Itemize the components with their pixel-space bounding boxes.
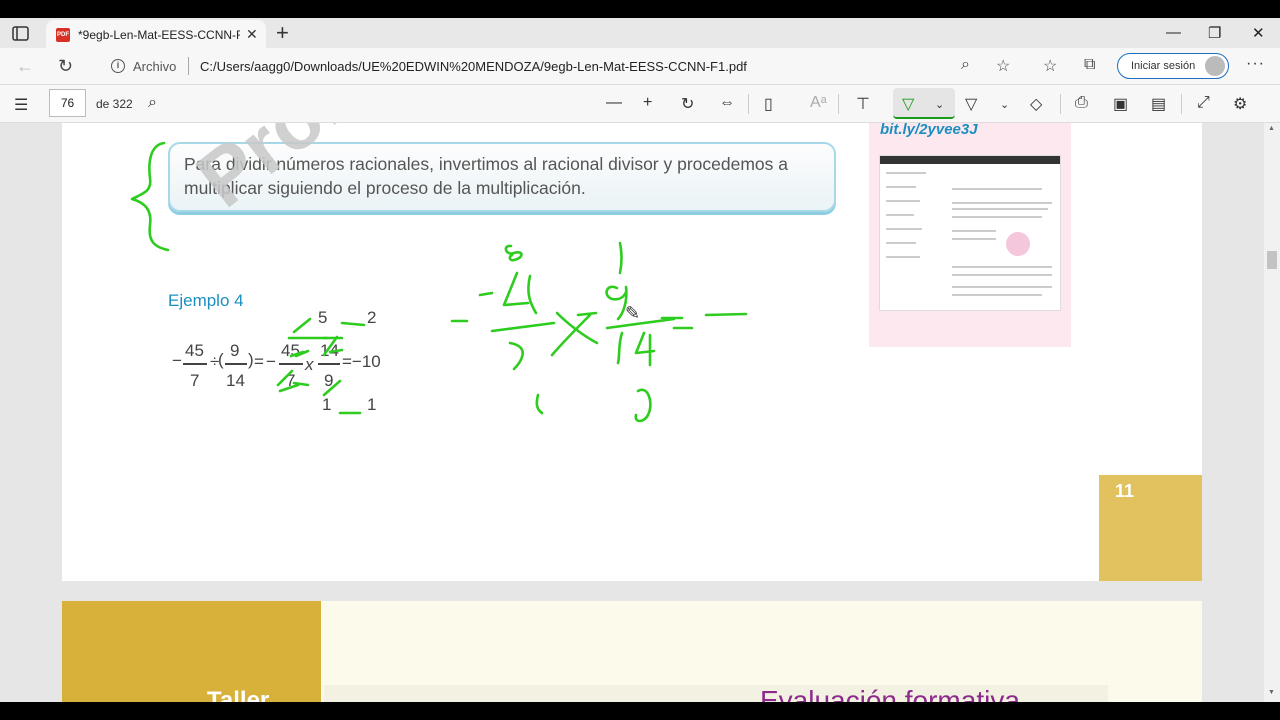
scroll-down-icon[interactable]: ▼ bbox=[1268, 689, 1275, 696]
settings-gear-icon[interactable]: ⚙ bbox=[1233, 94, 1247, 114]
fraction-bar bbox=[225, 363, 247, 365]
example-title: Ejemplo 4 bbox=[168, 291, 244, 310]
pdf-toolbar: ☰ 76 de 322 ⌕ — + ↻ ⇔ ▯ Aᵃ ⊤ ▽ ⌄ ▽ ⌄ ◇ ⎙… bbox=[0, 85, 1280, 123]
page-view-icon[interactable]: ▯ bbox=[764, 94, 773, 114]
toolbar-separator bbox=[1060, 94, 1061, 114]
math-minus: − bbox=[266, 352, 276, 371]
save-icon[interactable]: ▣ bbox=[1113, 94, 1128, 114]
fraction-bar bbox=[279, 363, 303, 365]
pdf-page: Para dividir números racionales, inverti… bbox=[62, 123, 1202, 581]
page-number-input[interactable]: 76 bbox=[49, 89, 86, 117]
page-number: 11 bbox=[1115, 481, 1135, 501]
add-favorite-icon[interactable]: ☆ bbox=[996, 56, 1010, 76]
fullscreen-icon[interactable]: ⤢ bbox=[1197, 94, 1210, 112]
toolbar-separator bbox=[1181, 94, 1182, 114]
draw-pen-icon[interactable]: ▽ bbox=[902, 94, 914, 114]
table-of-contents-icon[interactable]: ☰ bbox=[14, 95, 28, 115]
url-field[interactable]: C:/Users/aagg0/Downloads/UE%20EDWIN%20ME… bbox=[200, 59, 747, 74]
search-icon[interactable]: ⌕ bbox=[148, 94, 157, 112]
math-simplified-1: 1 bbox=[367, 395, 377, 414]
avatar-icon bbox=[1205, 56, 1225, 76]
restore-icon[interactable]: ❐ bbox=[1208, 24, 1221, 42]
toolbar-separator bbox=[838, 94, 839, 114]
math-equals: = bbox=[254, 352, 264, 371]
signin-label: Iniciar sesión bbox=[1131, 60, 1196, 72]
favorites-icon[interactable]: ☆ bbox=[1043, 56, 1057, 76]
resource-box: bit.ly/2yvee3J bbox=[869, 123, 1071, 347]
math-result: =−10 bbox=[342, 352, 381, 371]
reload-icon[interactable]: ↻ bbox=[58, 56, 73, 77]
page-number-tab: 11 bbox=[1099, 475, 1202, 581]
next-pdf-page: Taller Evaluación formativa bbox=[62, 601, 1202, 702]
website-thumbnail bbox=[879, 155, 1061, 311]
eraser-icon[interactable]: ◇ bbox=[1030, 94, 1042, 114]
signin-button[interactable]: Iniciar sesión bbox=[1117, 53, 1229, 79]
save-as-icon[interactable]: ▤ bbox=[1151, 94, 1166, 114]
more-options-icon[interactable]: ··· bbox=[1246, 55, 1265, 73]
address-separator bbox=[188, 57, 189, 75]
zoom-out-icon[interactable]: — bbox=[606, 94, 622, 112]
next-page-right-title: Evaluación formativa bbox=[760, 685, 1020, 702]
pdf-viewer[interactable]: Para dividir números racionales, inverti… bbox=[0, 123, 1280, 702]
address-bar: ← ↻ i Archivo C:/Users/aagg0/Downloads/U… bbox=[0, 48, 1280, 85]
back-arrow-icon[interactable]: ← bbox=[16, 56, 34, 77]
browser-window: PDF *9egb-Len-Mat-EESS-CCNN-F1.pdf ✕ + —… bbox=[0, 18, 1280, 702]
math-denominator-7: 7 bbox=[286, 371, 296, 390]
math-simplified-5: 5 bbox=[318, 308, 328, 327]
math-numerator-14: 14 bbox=[320, 341, 339, 360]
math-denominator-14: 14 bbox=[226, 371, 245, 390]
page-count: de 322 bbox=[96, 97, 133, 111]
toolbar-separator bbox=[748, 94, 749, 114]
add-text-icon[interactable]: ⊤ bbox=[856, 94, 870, 114]
scroll-up-icon[interactable]: ▲ bbox=[1268, 125, 1275, 132]
tab-strip: PDF *9egb-Len-Mat-EESS-CCNN-F1.pdf ✕ + —… bbox=[0, 18, 1280, 50]
tab-active[interactable]: PDF *9egb-Len-Mat-EESS-CCNN-F1.pdf ✕ bbox=[46, 20, 266, 50]
close-tab-icon[interactable]: ✕ bbox=[246, 26, 258, 43]
close-window-icon[interactable]: ✕ bbox=[1252, 24, 1265, 42]
next-page-gold-band bbox=[62, 601, 321, 702]
math-numerator-45: 45 bbox=[185, 341, 204, 360]
next-page-left-title: Taller bbox=[207, 687, 270, 702]
pdf-file-icon: PDF bbox=[56, 28, 70, 42]
math-minus: − bbox=[172, 351, 182, 370]
collections-icon[interactable]: ⧉ bbox=[1084, 56, 1095, 74]
rotate-icon[interactable]: ↻ bbox=[681, 94, 694, 114]
chevron-down-icon[interactable]: ⌄ bbox=[935, 98, 944, 111]
fraction-bar bbox=[183, 363, 207, 365]
scrollbar-thumb[interactable] bbox=[1267, 251, 1277, 269]
math-paren-left: ( bbox=[218, 350, 224, 369]
math-paren-right: ) bbox=[248, 350, 254, 369]
print-icon[interactable]: ⎙ bbox=[1075, 94, 1088, 112]
tab-title: *9egb-Len-Mat-EESS-CCNN-F1.pdf bbox=[78, 28, 240, 42]
math-times: x bbox=[305, 355, 314, 374]
minimize-icon[interactable]: — bbox=[1166, 24, 1181, 41]
info-icon[interactable]: i bbox=[111, 59, 125, 73]
resource-link[interactable]: bit.ly/2yvee3J bbox=[880, 123, 978, 138]
math-simplified-2: 2 bbox=[367, 308, 377, 327]
highlight-icon[interactable]: ▽ bbox=[965, 94, 977, 114]
math-denominator-7: 7 bbox=[190, 371, 200, 390]
new-tab-button[interactable]: + bbox=[276, 20, 289, 46]
pen-cursor-icon: ✎ bbox=[625, 303, 641, 323]
tab-actions-icon[interactable] bbox=[10, 25, 32, 43]
read-aloud-icon[interactable]: Aᵃ bbox=[810, 94, 827, 112]
math-numerator-9: 9 bbox=[230, 341, 240, 360]
math-denominator-9: 9 bbox=[324, 371, 334, 390]
address-prefix: Archivo bbox=[133, 59, 177, 74]
zoom-icon[interactable]: ⌕ bbox=[961, 56, 970, 74]
fit-page-icon[interactable]: ⇔ bbox=[719, 94, 735, 112]
zoom-in-icon[interactable]: + bbox=[643, 94, 652, 112]
vertical-scrollbar[interactable]: ▲ ▼ bbox=[1264, 123, 1280, 702]
math-numerator-45: 45 bbox=[281, 341, 300, 360]
fraction-bar bbox=[318, 363, 340, 365]
math-simplified-1: 1 bbox=[322, 395, 332, 414]
chevron-down-icon[interactable]: ⌄ bbox=[1000, 98, 1009, 111]
